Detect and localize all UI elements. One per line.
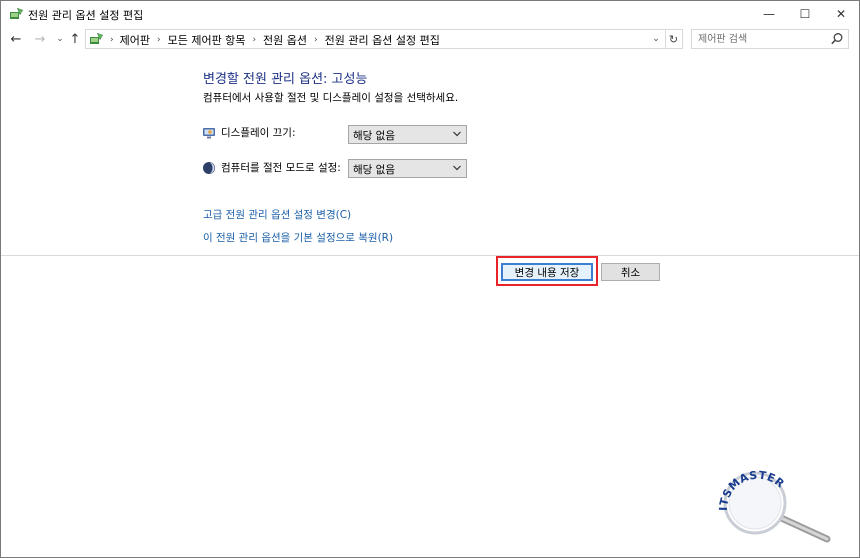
- recent-locations-button[interactable]: ⌄: [52, 30, 68, 48]
- up-arrow-icon: ↑: [69, 31, 81, 47]
- window-title: 전원 관리 옵션 설정 편집: [28, 9, 144, 22]
- title-bar: 전원 관리 옵션 설정 편집 — ☐ ✕: [1, 1, 859, 27]
- advanced-settings-link[interactable]: 고급 전원 관리 옵션 설정 변경(C): [203, 207, 351, 222]
- breadcrumb-power-options[interactable]: 전원 옵션: [263, 32, 307, 48]
- search-input[interactable]: [698, 31, 828, 47]
- control-panel-icon: [90, 33, 103, 44]
- forward-button[interactable]: →: [32, 30, 48, 48]
- navigation-bar: ← → ⌄ ↑ › 제어판 › 모든 제어판 항목 › 전원 옵션 › 전원 관…: [1, 27, 859, 51]
- address-bar[interactable]: › 제어판 › 모든 제어판 항목 › 전원 옵션 › 전원 관리 옵션 설정 …: [85, 29, 666, 49]
- search-box[interactable]: [691, 29, 849, 49]
- breadcrumb-edit-plan-settings[interactable]: 전원 관리 옵션 설정 편집: [325, 32, 440, 48]
- sleep-row: 컴퓨터를 절전 모드로 설정:: [202, 160, 341, 175]
- address-dropdown-button[interactable]: ⌄: [649, 31, 663, 47]
- minimize-icon: —: [763, 7, 775, 21]
- sleep-select[interactable]: 해당 없음: [348, 159, 467, 178]
- itsmaster-watermark-logo: ITSMASTER: [717, 469, 831, 543]
- breadcrumb-all-control-panel-items[interactable]: 모든 제어판 항목: [168, 32, 246, 48]
- cancel-button[interactable]: 취소: [601, 263, 660, 281]
- divider: [1, 255, 859, 256]
- sleep-label: 컴퓨터를 절전 모드로 설정:: [221, 162, 341, 174]
- chevron-down-icon: ⌄: [56, 34, 64, 44]
- refresh-icon: ↻: [668, 32, 679, 46]
- refresh-button[interactable]: ↻: [665, 29, 683, 49]
- restore-defaults-link[interactable]: 이 전원 관리 옵션을 기본 설정으로 복원(R): [203, 230, 393, 245]
- maximize-icon: ☐: [799, 7, 811, 21]
- page-title: 변경할 전원 관리 옵션: 고성능: [203, 72, 368, 87]
- display-off-value: 해당 없음: [353, 130, 395, 142]
- page-description: 컴퓨터에서 사용할 절전 및 디스플레이 설정을 선택하세요.: [203, 92, 459, 104]
- sleep-value: 해당 없음: [353, 164, 395, 176]
- breadcrumb-separator-icon[interactable]: ›: [157, 35, 161, 45]
- back-arrow-icon: ←: [10, 31, 22, 47]
- chevron-down-icon: ⌄: [652, 34, 660, 44]
- display-off-select[interactable]: 해당 없음: [348, 125, 467, 144]
- power-options-app-icon: [10, 8, 23, 19]
- close-button[interactable]: ✕: [818, 1, 860, 27]
- power-plan-window: 전원 관리 옵션 설정 편집 — ☐ ✕ ← → ⌄ ↑ › 제어판 › 모든 …: [0, 0, 860, 558]
- chevron-down-icon: [453, 165, 461, 171]
- moon-icon: [203, 161, 215, 174]
- up-button[interactable]: ↑: [67, 30, 83, 48]
- monitor-icon: [203, 127, 215, 138]
- chevron-down-icon: [453, 131, 461, 137]
- display-off-row: 디스플레이 끄기:: [202, 125, 296, 140]
- save-changes-button[interactable]: 변경 내용 저장: [501, 263, 593, 281]
- breadcrumb-control-panel[interactable]: 제어판: [120, 32, 150, 48]
- breadcrumb: › 제어판 › 모든 제어판 항목 › 전원 옵션 › 전원 관리 옵션 설정 …: [106, 32, 440, 48]
- breadcrumb-separator-icon[interactable]: ›: [314, 35, 318, 45]
- display-off-label: 디스플레이 끄기:: [221, 127, 296, 139]
- back-button[interactable]: ←: [8, 30, 24, 48]
- close-icon: ✕: [835, 7, 847, 21]
- breadcrumb-separator-icon[interactable]: ›: [252, 35, 256, 45]
- forward-arrow-icon: →: [34, 31, 46, 47]
- breadcrumb-separator-icon[interactable]: ›: [110, 35, 114, 45]
- search-icon[interactable]: [830, 32, 844, 46]
